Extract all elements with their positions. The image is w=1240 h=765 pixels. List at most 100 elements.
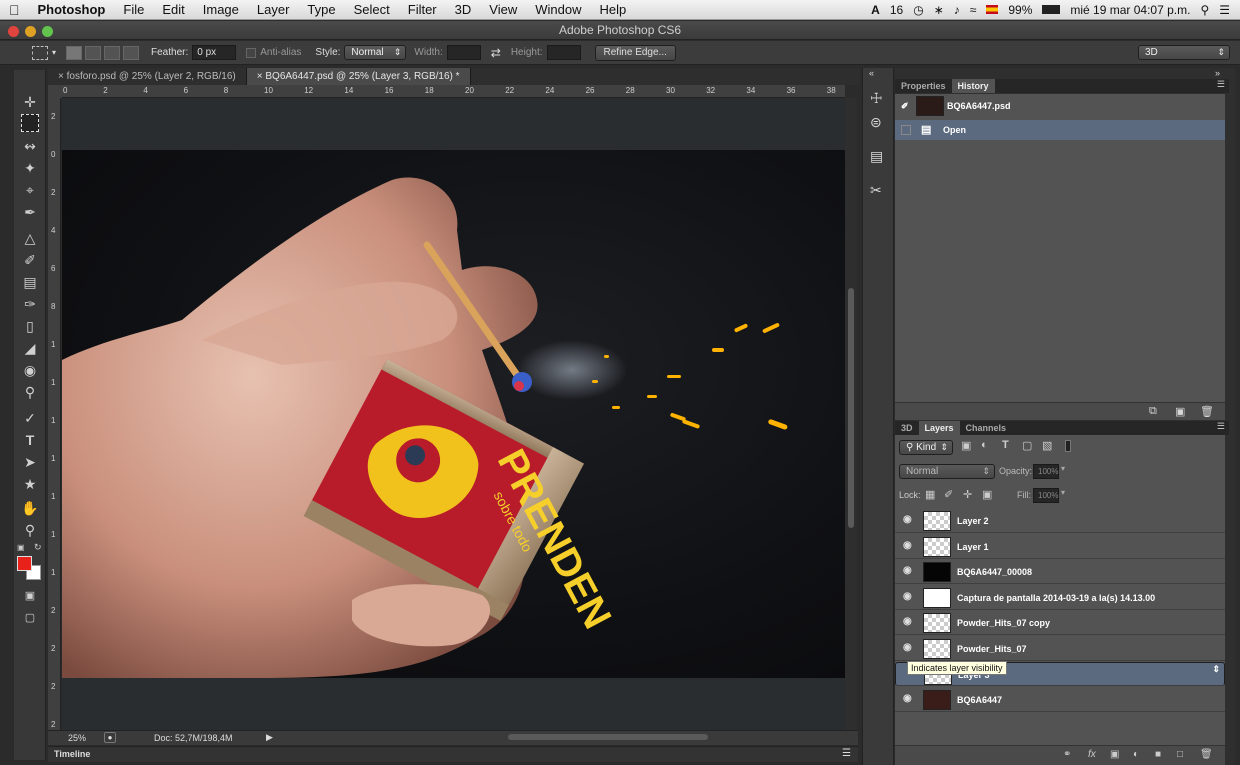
vertical-ruler[interactable]: 2 0 2 4 6 8 1 1 1 1 1 1 1 2 2 2 2 xyxy=(48,98,61,730)
layer-row[interactable]: ◉ Powder_Hits_07 xyxy=(895,637,1225,661)
zoom-button[interactable] xyxy=(42,26,53,37)
vertical-scroll-thumb[interactable] xyxy=(848,288,854,528)
opacity-slider-icon[interactable]: ▾ xyxy=(1061,464,1065,473)
history-source-checkbox[interactable] xyxy=(901,125,911,135)
menu-select[interactable]: Select xyxy=(345,2,399,17)
visibility-eye-icon[interactable]: ◉ xyxy=(903,514,915,526)
fill-input[interactable]: 100% xyxy=(1033,488,1059,503)
clone-stamp-tool-icon[interactable]: ▤ xyxy=(19,272,41,292)
style-select[interactable]: Normal xyxy=(344,45,407,60)
default-colors-icon[interactable]: ▣ xyxy=(17,543,25,552)
filter-adjustment-icon[interactable]: ◐ xyxy=(981,439,988,451)
tab-3d[interactable]: 3D xyxy=(895,421,919,435)
quick-mask-icon[interactable]: ▣ xyxy=(19,586,41,606)
trash-icon[interactable]: 🗑 xyxy=(1200,749,1213,760)
panel-menu-icon[interactable]: ☰ xyxy=(1217,79,1229,93)
ruler-origin[interactable] xyxy=(48,85,62,98)
visibility-eye-icon[interactable]: ◉ xyxy=(903,642,915,654)
history-brush-tool-icon[interactable]: ✑ xyxy=(19,294,41,314)
tab-layers[interactable]: Layers xyxy=(918,421,960,435)
lock-transparent-icon[interactable]: ▦ xyxy=(925,488,935,501)
timeline-menu-icon[interactable]: ☰ xyxy=(842,748,851,759)
eraser-tool-icon[interactable]: ▯ xyxy=(19,316,41,336)
camera-icon[interactable]: ▣ xyxy=(1175,405,1185,418)
layer-row[interactable]: ◉ BQ6A6447 xyxy=(895,688,1225,712)
trash-icon[interactable]: 🗑 xyxy=(1200,405,1214,418)
visibility-eye-icon[interactable]: ◉ xyxy=(903,540,915,552)
move-tool-icon[interactable]: ✛ xyxy=(19,92,41,112)
subtract-selection-button[interactable] xyxy=(104,45,121,60)
notifications-icon[interactable]: ☰ xyxy=(1219,3,1230,17)
link-icon[interactable]: ⚭ xyxy=(1063,749,1071,760)
flag-icon[interactable] xyxy=(986,5,999,14)
swap-colors-icon[interactable]: ↻ xyxy=(34,542,42,553)
horizontal-scroll-thumb[interactable] xyxy=(508,734,708,740)
history-snapshot[interactable]: ✐ BQ6A6447.psd xyxy=(895,94,1225,118)
timeline-label[interactable]: Timeline xyxy=(54,749,90,759)
group-icon[interactable]: ■ xyxy=(1155,749,1161,760)
adjustments-icon[interactable]: ⊜ xyxy=(870,114,882,131)
eyedropper-tool-icon[interactable]: ✒ xyxy=(19,202,41,222)
app-menu[interactable]: Photoshop xyxy=(29,2,115,17)
horizontal-ruler[interactable]: 0 2 4 6 8 10 12 14 16 18 20 22 24 26 28 30 32 34 36 38 xyxy=(62,85,845,98)
feather-input[interactable]: 0 px xyxy=(192,45,237,60)
screen-mode-icon[interactable]: ▢ xyxy=(19,608,41,628)
vertical-scrollbar[interactable] xyxy=(845,98,857,730)
dodge-tool-icon[interactable]: ⚲ xyxy=(19,382,41,402)
layer-row[interactable]: ◉ Powder_Hits_07 copy xyxy=(895,611,1225,635)
collapse-icon[interactable]: « xyxy=(869,68,874,78)
doc-tab-fosforo[interactable]: × fosforo.psd @ 25% (Layer 2, RGB/16) xyxy=(48,68,247,85)
volume-icon[interactable]: ♪ xyxy=(954,3,960,17)
filter-pixel-icon[interactable]: ▣ xyxy=(961,439,971,452)
new-document-from-state-icon[interactable]: ⧉ xyxy=(1149,405,1157,418)
filter-smart-object-icon[interactable]: ▧ xyxy=(1042,439,1052,452)
history-brush-source-icon[interactable]: ✐ xyxy=(901,94,909,118)
menu-window[interactable]: Window xyxy=(526,2,590,17)
visibility-eye-icon[interactable]: ◉ xyxy=(903,591,915,603)
tab-properties[interactable]: Properties xyxy=(895,79,952,93)
preset-dropdown-icon[interactable]: ▾ xyxy=(52,48,56,57)
tab-history[interactable]: History xyxy=(951,79,995,93)
layer-row[interactable]: ◉ Layer 2 xyxy=(895,509,1225,533)
menu-type[interactable]: Type xyxy=(298,2,344,17)
opacity-input[interactable]: 100% xyxy=(1033,464,1059,479)
blur-tool-icon[interactable]: ◉ xyxy=(19,360,41,380)
width-input[interactable] xyxy=(446,45,481,60)
status-menu-icon[interactable]: ▶ xyxy=(266,732,273,743)
crop-tool-icon[interactable]: ⌖ xyxy=(19,180,41,200)
time-machine-icon[interactable]: ◷ xyxy=(913,3,923,17)
bluetooth-icon[interactable]: ∗ xyxy=(934,3,944,17)
filter-kind-select[interactable]: ⚲ Kind xyxy=(899,440,953,455)
new-selection-button[interactable] xyxy=(66,45,83,60)
visibility-eye-icon[interactable]: ◉ xyxy=(903,693,915,705)
foreground-color-swatch[interactable] xyxy=(17,556,32,571)
menu-layer[interactable]: Layer xyxy=(248,2,299,17)
doc-tab-bq6a6447[interactable]: × BQ6A6447.psd @ 25% (Layer 3, RGB/16) * xyxy=(246,68,471,85)
fill-slider-icon[interactable]: ▾ xyxy=(1061,488,1065,497)
brush-tool-icon[interactable]: ✐ xyxy=(19,250,41,270)
filter-shape-icon[interactable]: ▢ xyxy=(1022,439,1032,452)
layer-row[interactable]: ◉ BQ6A6447_00008 xyxy=(895,560,1225,584)
menu-filter[interactable]: Filter xyxy=(399,2,446,17)
lock-image-icon[interactable]: ✐ xyxy=(944,488,953,501)
layer-row[interactable]: ◉ Layer 1 xyxy=(895,535,1225,559)
refine-edge-button[interactable]: Refine Edge... xyxy=(594,44,676,61)
marquee-preset-icon[interactable] xyxy=(32,45,48,60)
type-tool-icon[interactable]: T xyxy=(19,430,41,450)
layer-row[interactable]: ◉ Captura de pantalla 2014-03-19 a la(s)… xyxy=(895,586,1225,610)
expand-icon[interactable]: » xyxy=(1215,68,1220,78)
filter-toggle[interactable] xyxy=(1065,440,1071,452)
add-selection-button[interactable] xyxy=(85,45,102,60)
pen-tool-icon[interactable]: ✓ xyxy=(19,408,41,428)
new-layer-icon[interactable]: □ xyxy=(1177,749,1183,760)
brush-preset-icon[interactable]: ☩ xyxy=(870,90,883,107)
zoom-level[interactable]: 25% xyxy=(68,733,86,743)
mask-icon[interactable]: ▣ xyxy=(1110,749,1119,760)
menu-edit[interactable]: Edit xyxy=(153,2,193,17)
antialias-checkbox[interactable] xyxy=(246,47,257,58)
close-tab-icon[interactable]: × xyxy=(58,71,67,82)
timeline-panel[interactable]: Timeline ☰ xyxy=(48,746,858,762)
spotlight-icon[interactable]: ⚲ xyxy=(1200,3,1209,17)
battery-percent[interactable]: 99% xyxy=(1008,3,1032,17)
tool-presets-icon[interactable]: ✂ xyxy=(870,182,882,199)
